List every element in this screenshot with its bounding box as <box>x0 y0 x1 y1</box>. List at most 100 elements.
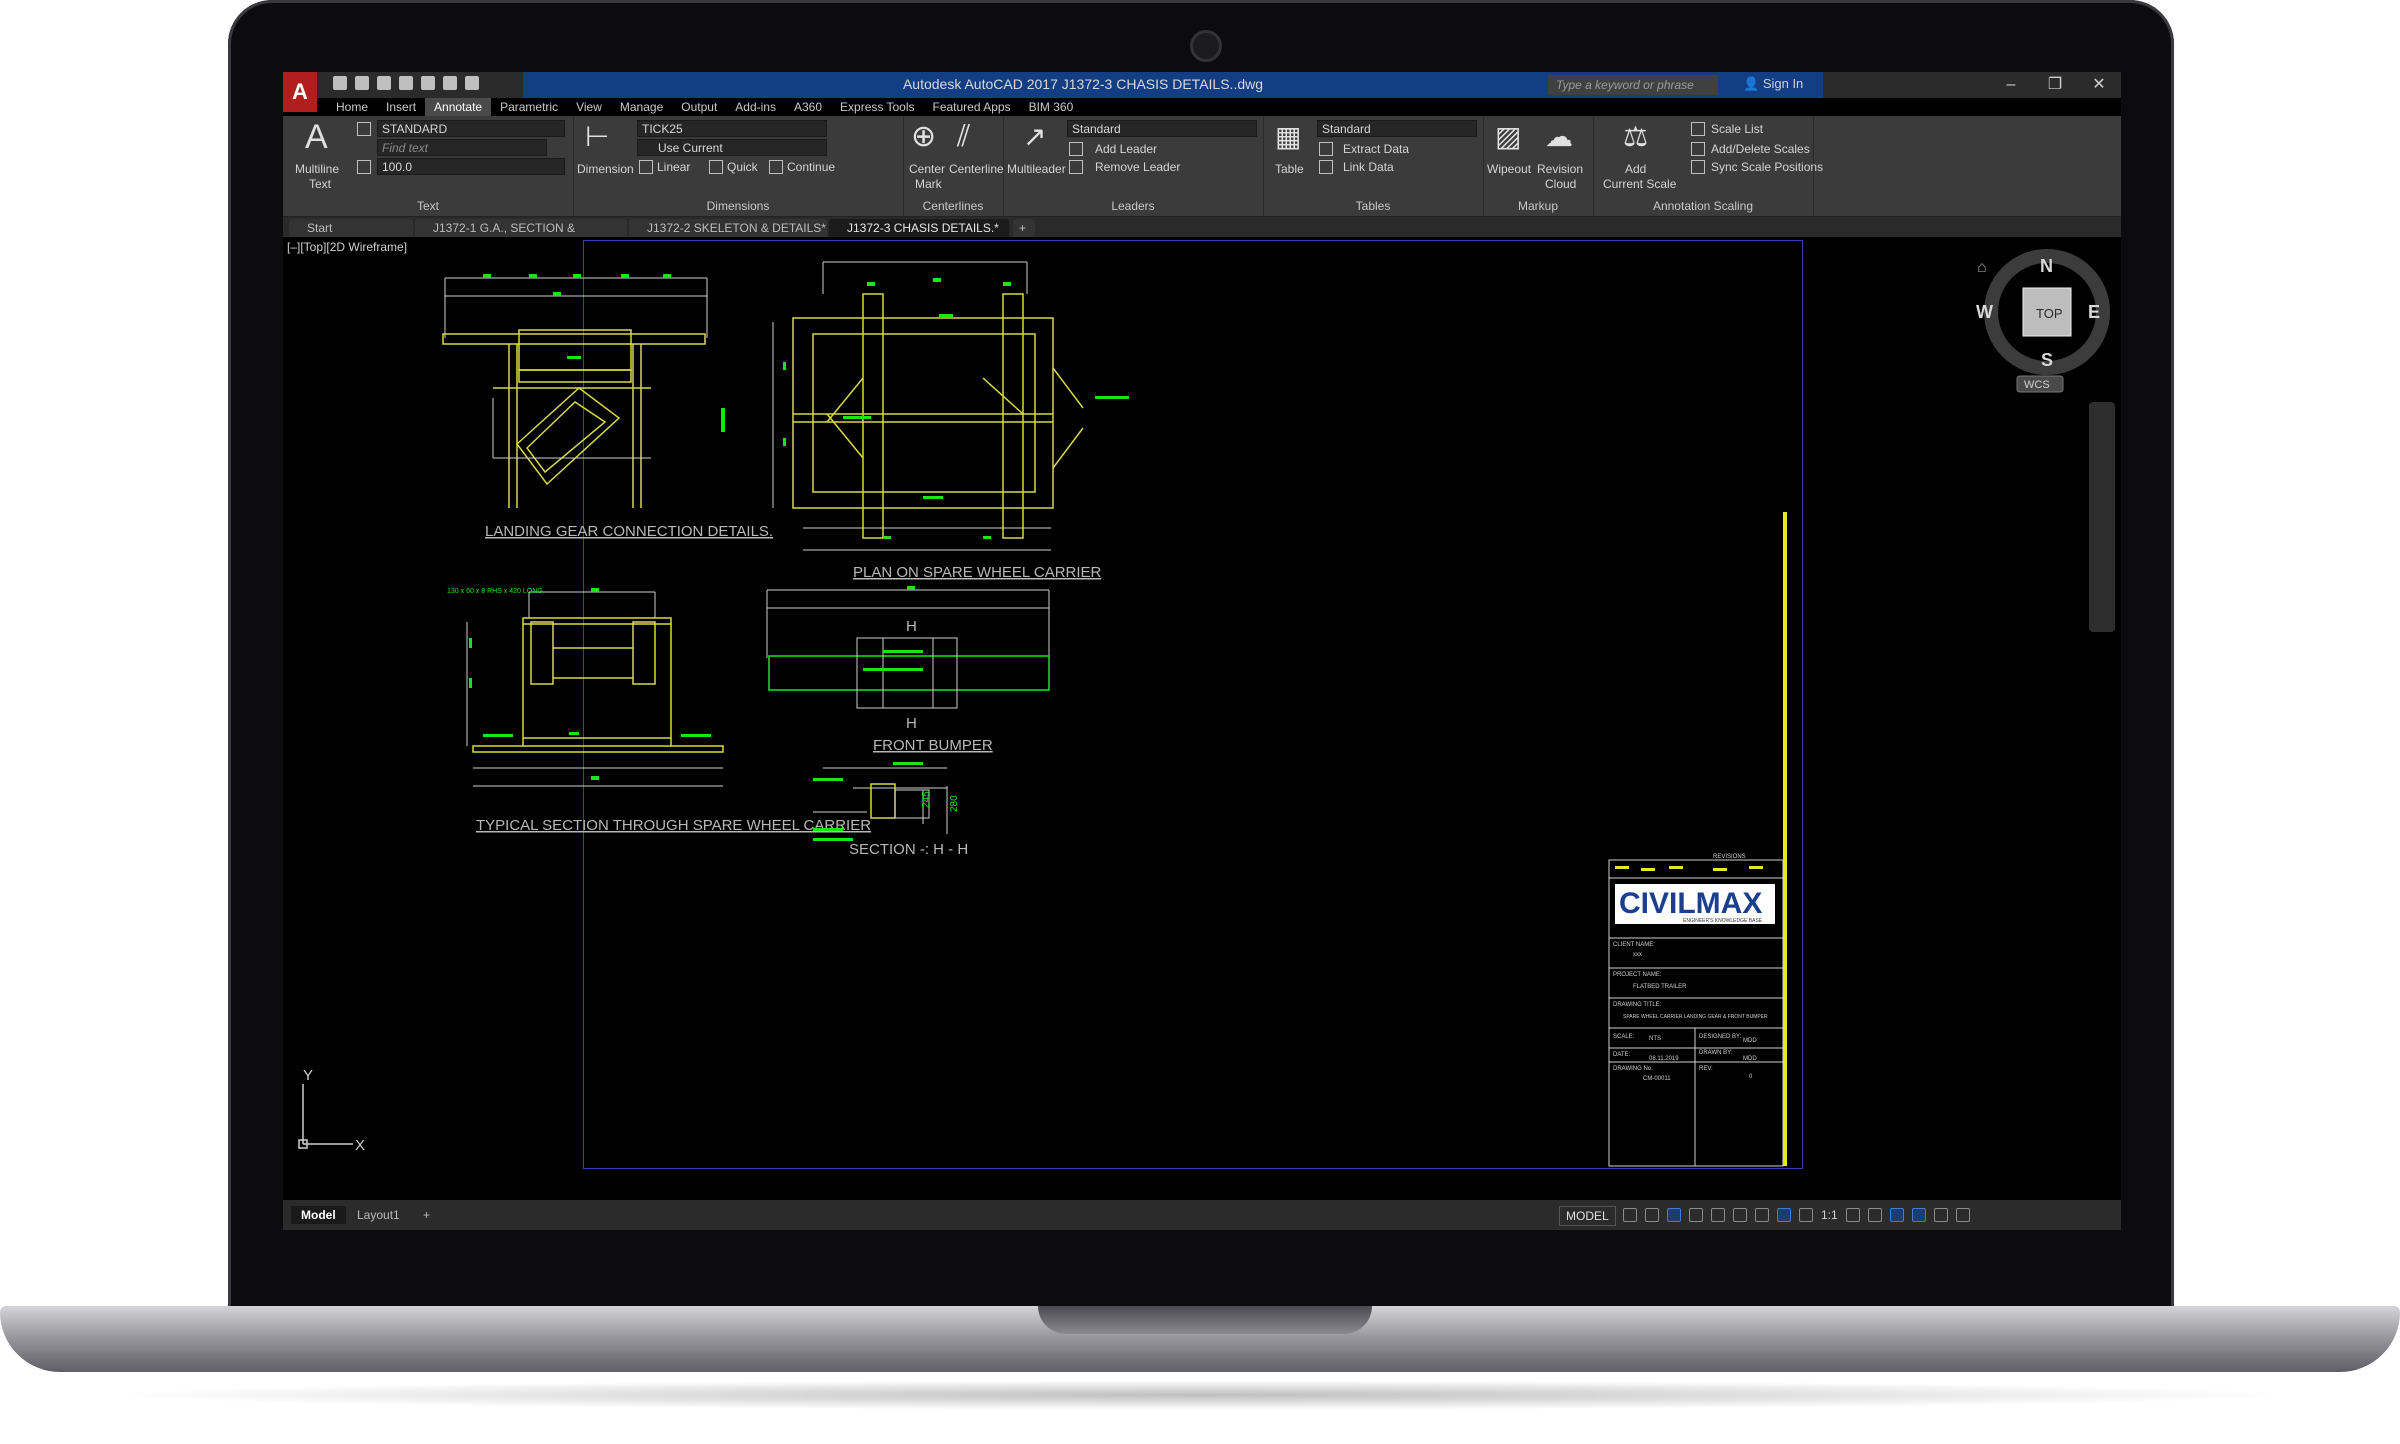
panel-dimensions-label[interactable]: Dimensions <box>573 199 903 213</box>
revision-cloud-label2[interactable]: Cloud <box>1545 177 1576 191</box>
multiline-text-label[interactable]: Multiline <box>295 162 339 176</box>
panel-leaders-label[interactable]: Leaders <box>1003 199 1263 213</box>
open-icon[interactable] <box>355 76 369 90</box>
viewcube-north[interactable]: N <box>2040 256 2053 276</box>
center-mark-icon[interactable]: ⊕ <box>911 120 936 154</box>
remove-leader-button[interactable]: Remove Leader <box>1095 160 1180 174</box>
grid-icon[interactable] <box>1623 1208 1637 1222</box>
snap-icon[interactable] <box>1645 1208 1659 1222</box>
text-height-select[interactable]: 100.0 <box>377 158 565 175</box>
dimension-label[interactable]: Dimension <box>577 162 634 176</box>
restore-button[interactable]: ❐ <box>2033 72 2077 98</box>
customize-plus-icon[interactable] <box>1867 1208 1882 1222</box>
doc-tab-start[interactable]: Start <box>289 219 413 237</box>
viewcube-east[interactable]: E <box>2088 302 2100 322</box>
text-style-select[interactable]: STANDARD <box>377 120 565 137</box>
dimension-icon[interactable]: ⊢ <box>585 120 609 154</box>
tab-manage[interactable]: Manage <box>611 98 672 116</box>
add-current-scale-icon[interactable]: ⚖ <box>1623 120 1648 154</box>
leader-style-select[interactable]: Standard <box>1067 120 1257 137</box>
app-logo[interactable]: A <box>283 72 317 112</box>
panel-text-label[interactable]: Text <box>283 199 573 213</box>
table-label[interactable]: Table <box>1275 162 1304 176</box>
sign-in-button[interactable]: 👤 Sign In <box>1743 76 1803 92</box>
navigation-bar[interactable] <box>2089 402 2115 632</box>
wipeout-label[interactable]: Wipeout <box>1487 162 1531 176</box>
annotation-scale-label[interactable]: 1:1 <box>1821 1208 1838 1222</box>
doc-tab-j1372-3[interactable]: J1372-3 CHASIS DETAILS.* <box>829 219 1009 237</box>
add-label[interactable]: Add <box>1625 162 1646 176</box>
multiline-text-icon[interactable]: A <box>305 120 328 154</box>
center-mark-label2[interactable]: Mark <box>915 177 942 191</box>
undo-icon[interactable] <box>443 76 457 90</box>
tab-view[interactable]: View <box>567 98 611 116</box>
tab-add-ins[interactable]: Add-ins <box>726 98 785 116</box>
doc-tab-j1372-1[interactable]: J1372-1 G.A., SECTION & DETAILS* <box>415 219 627 253</box>
lineweight-icon[interactable] <box>1755 1208 1769 1222</box>
customization-menu-icon[interactable] <box>1955 1208 1970 1222</box>
panel-markup-label[interactable]: Markup <box>1483 199 1593 213</box>
osnap-icon[interactable] <box>1733 1208 1747 1222</box>
isodraft-icon[interactable] <box>1711 1208 1725 1222</box>
redo-icon[interactable] <box>465 76 479 90</box>
home-view-icon[interactable]: ⌂ <box>1977 259 1987 276</box>
panel-tables-label[interactable]: Tables <box>1263 199 1483 213</box>
revision-cloud-icon[interactable]: ☁ <box>1545 120 1573 154</box>
isolate-objects-icon[interactable] <box>1889 1208 1904 1222</box>
center-mark-label[interactable]: Center <box>909 162 945 176</box>
viewcube-west[interactable]: W <box>1976 302 1993 322</box>
centerline-icon[interactable]: ⫽ <box>957 120 970 154</box>
doc-tab-j1372-2[interactable]: J1372-2 SKELETON & DETAILS* <box>629 219 827 237</box>
scale-list-button[interactable]: Scale List <box>1711 122 1763 136</box>
search-input[interactable]: Type a keyword or phrase <box>1548 75 1718 95</box>
clean-screen-icon[interactable] <box>1933 1208 1948 1222</box>
multiline-text-label2[interactable]: Text <box>309 177 331 191</box>
tab-annotate[interactable]: Annotate <box>425 98 492 116</box>
hardware-accel-icon[interactable] <box>1911 1208 1926 1222</box>
dim-style-select[interactable]: TICK25 <box>637 120 827 137</box>
tab-express-tools[interactable]: Express Tools <box>831 98 923 116</box>
link-data-button[interactable]: Link Data <box>1343 160 1394 174</box>
dim-layer-select[interactable]: Use Current <box>637 139 827 156</box>
tab-bim-360[interactable]: BIM 360 <box>1020 98 1083 116</box>
new-icon[interactable] <box>333 76 347 90</box>
auto-scale-icon[interactable] <box>1799 1208 1813 1222</box>
model-tab[interactable]: Model <box>291 1206 346 1224</box>
table-style-select[interactable]: Standard <box>1317 120 1477 137</box>
tab-a360[interactable]: A360 <box>785 98 831 116</box>
quick-dim-button[interactable]: Quick <box>727 160 758 174</box>
find-text-input[interactable]: Find text <box>377 139 547 156</box>
polar-icon[interactable] <box>1689 1208 1703 1222</box>
layout1-tab[interactable]: Layout1 <box>347 1206 410 1224</box>
multileader-icon[interactable]: ↗ <box>1023 120 1046 154</box>
panel-centerlines-label[interactable]: Centerlines <box>903 199 1003 213</box>
new-tab-button[interactable]: + <box>1013 219 1035 237</box>
model-space-button[interactable]: MODEL <box>1559 1206 1616 1226</box>
wipeout-icon[interactable]: ▨ <box>1495 120 1521 154</box>
tab-featured-apps[interactable]: Featured Apps <box>924 98 1020 116</box>
annotation-visibility-icon[interactable] <box>1777 1208 1791 1222</box>
print-icon[interactable] <box>421 76 435 90</box>
add-layout-tab[interactable]: + <box>413 1206 440 1224</box>
multileader-label[interactable]: Multileader <box>1007 162 1066 176</box>
sync-scale-positions-button[interactable]: Sync Scale Positions <box>1711 160 1823 174</box>
tab-home[interactable]: Home <box>327 98 377 116</box>
continue-button[interactable]: Continue <box>787 160 835 174</box>
table-icon[interactable]: ▦ <box>1275 120 1301 154</box>
panel-annotation-scaling-label[interactable]: Annotation Scaling <box>1593 199 1813 213</box>
workspace-gear-icon[interactable] <box>1845 1208 1860 1222</box>
centerline-label[interactable]: Centerline <box>949 162 1004 176</box>
save-icon[interactable] <box>377 76 391 90</box>
linear-button[interactable]: Linear <box>657 160 690 174</box>
viewcube-south[interactable]: S <box>2041 350 2053 370</box>
add-delete-scales-button[interactable]: Add/Delete Scales <box>1711 142 1810 156</box>
close-button[interactable]: ✕ <box>2077 72 2121 98</box>
revision-cloud-label[interactable]: Revision <box>1537 162 1583 176</box>
viewcube-top[interactable]: TOP <box>2036 306 2063 321</box>
minimize-button[interactable]: – <box>1989 72 2033 98</box>
tab-output[interactable]: Output <box>672 98 726 116</box>
save-as-icon[interactable] <box>399 76 413 90</box>
drawing-viewport[interactable]: [–][Top][2D Wireframe] LANDING GEAR CONN… <box>283 238 2121 1200</box>
current-scale-label[interactable]: Current Scale <box>1603 177 1676 191</box>
ortho-icon[interactable] <box>1667 1208 1681 1222</box>
